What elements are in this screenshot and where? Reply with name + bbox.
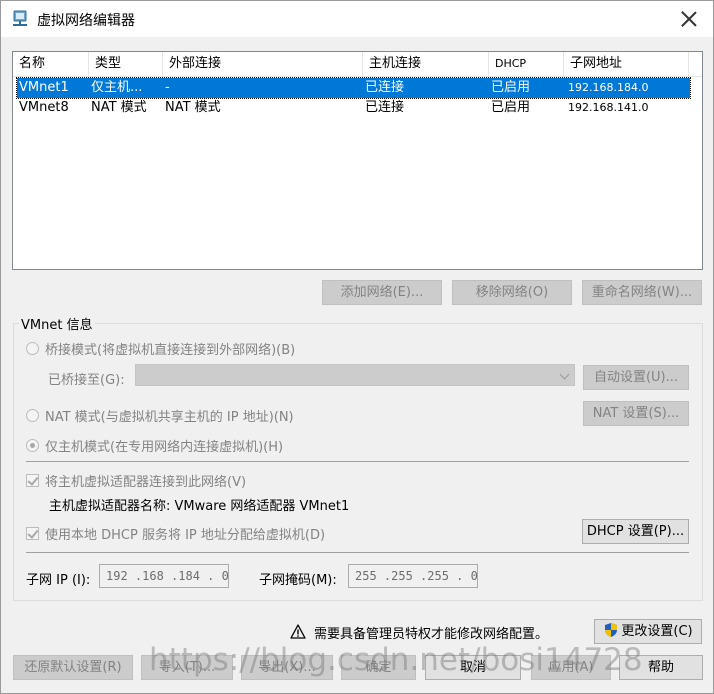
subnet-ip-label: 子网 IP (I): xyxy=(26,573,91,588)
dhcp-option[interactable]: 使用本地 DHCP 服务将 IP 地址分配给虚拟机(D) xyxy=(26,524,325,543)
cell-external: - xyxy=(165,80,170,95)
table-header: 名称 类型 外部连接 主机连接 DHCP 子网地址 xyxy=(13,52,702,77)
connect-adapter-checkbox[interactable] xyxy=(26,474,39,487)
cell-type: NAT 模式 xyxy=(91,100,147,115)
dhcp-settings-button[interactable]: DHCP 设置(P)... xyxy=(582,519,689,544)
change-settings-label: 更改设置(C) xyxy=(621,624,693,639)
close-button[interactable] xyxy=(679,9,699,29)
add-network-button[interactable]: 添加网络(E)... xyxy=(322,280,442,305)
cell-name: VMnet8 xyxy=(19,100,69,115)
column-header-dhcp[interactable]: DHCP xyxy=(489,52,564,77)
column-header-host[interactable]: 主机连接 xyxy=(363,52,489,77)
vmnet-info-label: VMnet 信息 xyxy=(19,314,95,333)
virtual-network-editor-window: 虚拟网络编辑器 名称 类型 外部连接 主机连接 DHCP 子网地址 VMnet1… xyxy=(0,0,714,694)
bridged-to-select[interactable] xyxy=(135,364,575,386)
restore-defaults-button[interactable]: 还原默认设置(R) xyxy=(13,655,133,680)
bridged-mode-option[interactable]: 桥接模式(将虚拟机直接连接到外部网络)(B) xyxy=(26,339,295,358)
export-button[interactable]: 导出(X)... xyxy=(241,655,333,680)
bridged-mode-label: 桥接模式(将虚拟机直接连接到外部网络)(B) xyxy=(45,343,296,358)
nat-settings-button[interactable]: NAT 设置(S)... xyxy=(583,401,689,426)
bridged-to-label: 已桥接至(G): xyxy=(48,373,125,388)
column-header-type[interactable]: 类型 xyxy=(89,52,163,77)
cell-dhcp: 已启用 xyxy=(491,100,531,115)
column-header-name[interactable]: 名称 xyxy=(13,52,89,77)
subnet-mask-label: 子网掩码(M): xyxy=(259,573,337,588)
admin-warning-text: 需要具备管理员特权才能修改网络配置。 xyxy=(314,627,549,642)
cell-host: 已连接 xyxy=(365,80,405,95)
column-header-subnet[interactable]: 子网地址 xyxy=(564,52,689,77)
host-only-label: 仅主机模式(在专用网络内连接虚拟机)(H) xyxy=(45,440,284,455)
remove-network-button[interactable]: 移除网络(O) xyxy=(452,280,572,305)
chevron-down-icon xyxy=(559,369,570,380)
import-button[interactable]: 导入(T)... xyxy=(141,655,233,680)
nat-mode-radio[interactable] xyxy=(26,409,39,422)
nat-mode-option[interactable]: NAT 模式(与虚拟机共享主机的 IP 地址)(N) xyxy=(26,406,294,425)
adapter-name-label: 主机虚拟适配器名称: VMware 网络适配器 VMnet1 xyxy=(49,499,350,514)
window-title: 虚拟网络编辑器 xyxy=(37,13,135,29)
table-row[interactable]: VMnet1 仅主机... - 已连接 已启用 192.168.184.0 xyxy=(16,77,691,99)
shield-icon xyxy=(605,623,618,637)
warning-icon xyxy=(290,624,306,639)
dhcp-checkbox[interactable] xyxy=(26,527,39,540)
help-button[interactable]: 帮助 xyxy=(619,655,703,680)
cell-dhcp: 已启用 xyxy=(491,80,531,95)
ok-button[interactable]: 确定 xyxy=(341,655,416,680)
title-bar: 虚拟网络编辑器 xyxy=(1,1,713,37)
dhcp-label: 使用本地 DHCP 服务将 IP 地址分配给虚拟机(D) xyxy=(45,528,326,543)
cancel-button[interactable]: 取消 xyxy=(425,655,521,680)
nat-mode-label: NAT 模式(与虚拟机共享主机的 IP 地址)(N) xyxy=(45,410,294,425)
host-only-option[interactable]: 仅主机模式(在专用网络内连接虚拟机)(H) xyxy=(26,436,283,455)
cell-name: VMnet1 xyxy=(19,80,69,95)
column-header-filler xyxy=(689,52,702,77)
bridged-mode-radio[interactable] xyxy=(26,342,39,355)
host-only-radio[interactable] xyxy=(26,439,39,452)
connect-adapter-option[interactable]: 将主机虚拟适配器连接到此网络(V) xyxy=(26,471,246,490)
rename-network-button[interactable]: 重命名网络(W)... xyxy=(582,280,702,305)
cell-host: 已连接 xyxy=(365,100,405,115)
table-row[interactable]: VMnet8 NAT 模式 NAT 模式 已连接 已启用 192.168.141… xyxy=(17,98,690,118)
vmware-network-icon xyxy=(13,10,27,26)
divider xyxy=(26,552,689,553)
change-settings-button[interactable]: 更改设置(C) xyxy=(594,619,702,644)
cell-external: NAT 模式 xyxy=(165,100,221,115)
network-table[interactable]: 名称 类型 外部连接 主机连接 DHCP 子网地址 VMnet1 仅主机... … xyxy=(12,51,703,270)
connect-adapter-label: 将主机虚拟适配器连接到此网络(V) xyxy=(45,475,247,490)
column-header-external[interactable]: 外部连接 xyxy=(163,52,363,77)
apply-button[interactable]: 应用(A) xyxy=(531,655,611,680)
subnet-ip-field[interactable]: 192 .168 .184 . 0 xyxy=(99,564,229,588)
cell-type: 仅主机... xyxy=(91,80,143,95)
cell-subnet: 192.168.141.0 xyxy=(568,101,649,114)
divider xyxy=(26,461,689,462)
subnet-mask-field[interactable]: 255 .255 .255 . 0 xyxy=(348,564,478,588)
cell-subnet: 192.168.184.0 xyxy=(568,81,649,94)
auto-settings-button[interactable]: 自动设置(U)... xyxy=(583,365,689,390)
